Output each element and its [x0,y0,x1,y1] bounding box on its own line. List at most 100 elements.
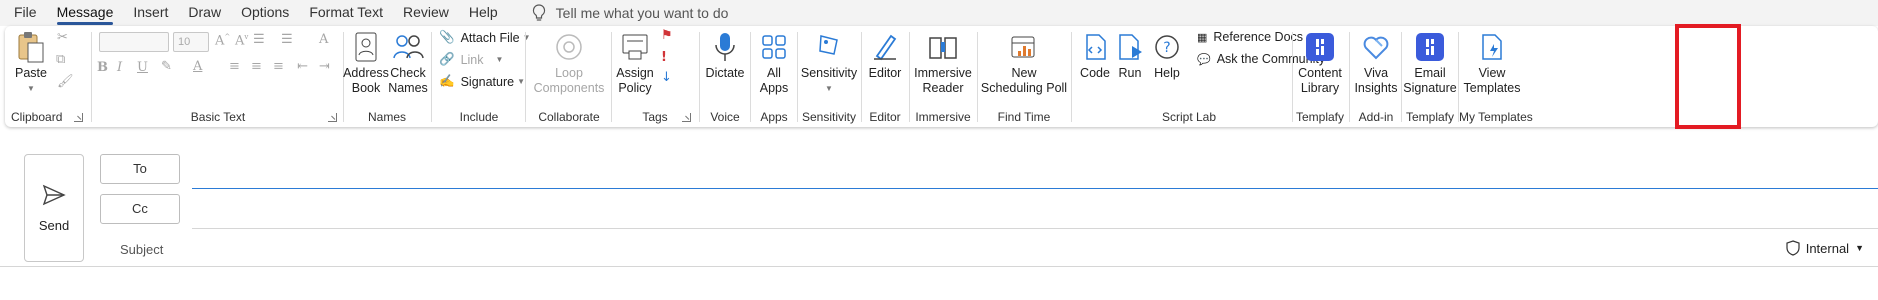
cc-button[interactable]: Cc [100,194,180,224]
divider [1349,32,1350,122]
view-templates-icon [1475,30,1509,64]
bold-icon[interactable]: B [97,60,108,75]
content-library-button[interactable]: Content Library [1293,30,1347,96]
check-names-button[interactable]: Check Names [387,30,429,96]
group-label-basic-text: Basic Text [190,110,246,124]
paste-button[interactable]: Paste ▼ [13,30,49,96]
menu-bar: File Message Insert Draw Options Format … [0,0,1878,26]
sensitivity-dropdown[interactable]: Internal ▼ [1786,240,1864,256]
email-signature-button[interactable]: Email Signature [1403,30,1457,96]
clear-formatting-icon[interactable]: A [319,32,328,47]
tab-format-text[interactable]: Format Text [309,0,383,26]
loop-icon [552,30,586,64]
low-importance-icon[interactable]: ↓ [661,70,672,85]
group-basic-text: 10 A^ Av ☰ ☰ A B I U ✎ A ≡ ≡ ≡ ⇤ ⇥ Basic… [93,26,343,127]
address-book-icon [349,30,383,64]
chevron-down-icon: ▼ [495,55,504,64]
immersive-reader-icon [926,30,960,64]
all-apps-button[interactable]: All Apps [752,30,796,96]
bullets-icon[interactable]: ☰ [253,32,265,47]
underline-icon[interactable]: U [137,60,148,75]
font-color-icon[interactable]: A [193,59,202,74]
group-label-sensitivity: Sensitivity [801,110,857,124]
highlight-icon[interactable]: ✎ [161,59,172,74]
address-book-label-2: Book [351,81,381,95]
cc-field[interactable] [192,228,1878,229]
attach-file-button[interactable]: 📎 Attach File ▼ [439,30,531,45]
tell-me-search[interactable]: Tell me what you want to do [532,4,728,22]
tab-review[interactable]: Review [403,0,449,26]
content-library-label-2: Library [1300,81,1340,95]
address-book-button[interactable]: Address Book [343,30,389,96]
viva-insights-button[interactable]: Viva Insights [1351,30,1401,96]
link-label: Link [460,52,484,67]
immersive-reader-button[interactable]: Immersive Reader [911,30,975,96]
send-icon [42,184,66,205]
chevron-down-icon: ▼ [825,84,833,93]
cut-icon[interactable]: ✂ [57,30,68,45]
to-field[interactable] [192,188,1878,189]
divider [525,32,526,122]
chevron-down-icon: ▼ [27,84,35,93]
help-button[interactable]: ? Help [1148,30,1186,81]
divider [977,32,978,122]
align-center-icon[interactable]: ≡ [251,59,262,74]
assign-policy-button[interactable]: Assign Policy [613,30,657,96]
italic-icon[interactable]: I [117,60,122,75]
divider [611,32,612,122]
format-painter-icon[interactable]: 🖌 [57,74,74,89]
highlight-annotation [1675,24,1741,129]
send-button[interactable]: Send [24,154,84,262]
signature-button[interactable]: ✍ Signature ▼ [439,74,525,89]
decrease-indent-icon[interactable]: ⇤ [297,59,308,74]
increase-indent-icon[interactable]: ⇥ [319,59,330,74]
tags-launcher-icon[interactable] [682,113,691,122]
sensitivity-button[interactable]: Sensitivity ▼ [799,30,859,96]
tab-draw[interactable]: Draw [188,0,221,26]
align-left-icon[interactable]: ≡ [229,59,240,74]
basic-text-launcher-icon[interactable] [328,113,337,122]
viva-insights-label-2: Insights [1354,81,1398,95]
view-templates-button[interactable]: View Templates [1459,30,1525,96]
editor-button[interactable]: Editor [863,30,907,81]
tab-insert[interactable]: Insert [133,0,168,26]
calendar-poll-icon [1007,30,1041,64]
copy-icon[interactable]: ⧉ [56,52,65,67]
group-label-voice: Voice [710,110,740,124]
scheduling-poll-button[interactable]: New Scheduling Poll [979,30,1069,96]
email-signature-label-2: Signature [1403,81,1457,95]
follow-up-flag-icon[interactable]: ⚑ [661,28,673,43]
high-importance-icon[interactable]: ! [661,50,667,65]
group-voice: Dictate Voice [701,26,749,127]
run-button[interactable]: Run [1111,30,1149,81]
chat-icon: 💬 [1197,53,1211,66]
email-signature-label-1: Email [1414,66,1446,80]
content-library-label-1: Content [1298,66,1342,80]
link-button[interactable]: 🔗 Link ▼ [439,52,503,67]
templafy-logo-icon [1413,30,1447,64]
align-right-icon[interactable]: ≡ [273,59,284,74]
divider [909,32,910,122]
sensitivity-value: Internal [1805,240,1850,256]
tab-message[interactable]: Message [56,0,113,26]
loop-components-button[interactable]: Loop Components [527,30,611,96]
group-clipboard: Paste ▼ ✂ ⧉ 🖌 Clipboard [5,26,91,127]
tab-file[interactable]: File [14,0,37,26]
numbering-icon[interactable]: ☰ [281,32,293,47]
sensitivity-label: Sensitivity [800,66,858,80]
font-size-combo[interactable]: 10 [173,32,209,52]
dictate-button[interactable]: Dictate [701,30,749,81]
tab-help[interactable]: Help [469,0,498,26]
code-button[interactable]: Code [1075,30,1115,81]
font-name-combo[interactable] [99,32,169,52]
reference-docs-button[interactable]: ▦ Reference Docs [1197,30,1303,44]
ribbon: Paste ▼ ✂ ⧉ 🖌 Clipboard 10 A^ Av ☰ ☰ A B… [5,26,1878,127]
to-button[interactable]: To [100,154,180,184]
shrink-font-icon[interactable]: Av [235,33,248,48]
immersive-label-2: Reader [922,81,964,95]
grow-font-icon[interactable]: A^ [215,33,230,48]
assign-policy-label-2: Policy [618,81,652,95]
clipboard-launcher-icon[interactable] [74,113,83,122]
paste-icon [14,30,48,64]
tab-options[interactable]: Options [241,0,289,26]
